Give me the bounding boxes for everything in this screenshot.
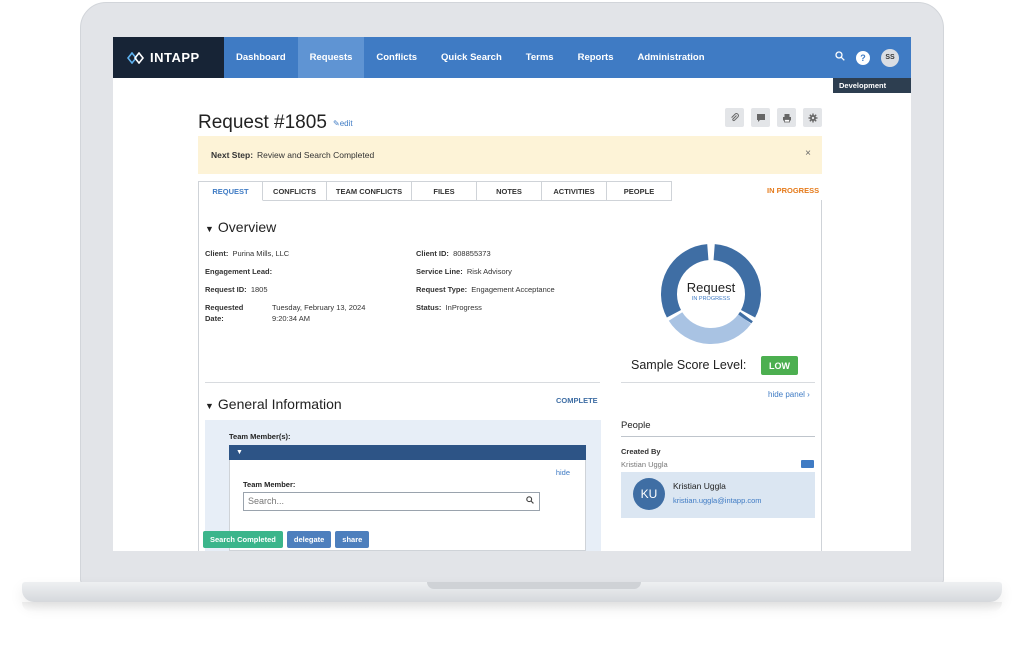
app-screen: INTAPP Dashboard Requests Conflicts Quic… — [113, 37, 911, 551]
intapp-logo-icon — [127, 51, 145, 64]
side-divider — [621, 382, 815, 383]
overview-heading[interactable]: ▼ Overview — [205, 219, 276, 235]
share-button[interactable]: share — [335, 531, 370, 548]
environment-badge: Development — [833, 78, 911, 93]
page-title: Request #1805 — [198, 112, 327, 133]
person-email-link[interactable]: kristian.uggla@intapp.com — [673, 496, 762, 505]
donut-label: Request — [686, 280, 736, 295]
gear-icon[interactable] — [803, 108, 822, 127]
search-icon[interactable] — [835, 51, 845, 64]
logo-text: INTAPP — [150, 50, 200, 65]
help-icon[interactable]: ? — [856, 50, 870, 65]
tab-activities[interactable]: ACTIVITIES — [542, 181, 607, 201]
edit-label: edit — [339, 119, 353, 128]
person-name: Kristian Uggla — [673, 481, 726, 491]
team-members-label: Team Member(s): — [229, 432, 291, 441]
nav-item-conflicts[interactable]: Conflicts — [364, 37, 429, 78]
search-placeholder: Search... — [248, 496, 285, 506]
created-by-label: Created By — [621, 447, 661, 456]
nav-menu: Dashboard Requests Conflicts Quick Searc… — [224, 37, 717, 78]
general-info-heading[interactable]: ▼ General Information — [205, 396, 342, 412]
tab-bar: REQUEST CONFLICTS TEAM CONFLICTS FILES N… — [198, 181, 672, 201]
request-status: IN PROGRESS — [767, 186, 820, 195]
field-request-type: Request Type: Engagement Acceptance — [416, 285, 555, 294]
paperclip-icon[interactable] — [725, 108, 744, 127]
tab-people[interactable]: PEOPLE — [607, 181, 672, 201]
print-icon[interactable] — [777, 108, 796, 127]
field-requested-date-label: Requested Date: — [205, 303, 244, 323]
edit-link[interactable]: ✎edit — [333, 119, 353, 128]
search-icon[interactable] — [526, 493, 534, 510]
field-client: Client: Purina Mills, LLC — [205, 249, 290, 258]
chevron-right-icon: › — [807, 390, 810, 399]
nav-item-requests[interactable]: Requests — [297, 37, 365, 78]
team-members-bar[interactable]: ▼ — [229, 445, 586, 460]
close-icon[interactable]: × — [805, 148, 811, 159]
next-step-banner: Next Step: Review and Search Completed × — [198, 136, 822, 174]
next-step-text: Review and Search Completed — [257, 150, 375, 160]
nav-item-dashboard[interactable]: Dashboard — [224, 37, 298, 78]
tab-team-conflicts[interactable]: TEAM CONFLICTS — [327, 181, 412, 201]
top-nav: INTAPP Dashboard Requests Conflicts Quic… — [113, 37, 911, 78]
nav-item-administration[interactable]: Administration — [625, 37, 716, 78]
logo[interactable]: INTAPP — [113, 37, 224, 78]
people-title: People — [621, 420, 651, 431]
collapse-caret-icon: ▼ — [236, 449, 243, 456]
general-info-status: COMPLETE — [556, 396, 598, 405]
section-divider — [205, 382, 600, 383]
field-status: Status: InProgress — [416, 303, 482, 312]
team-member-label: Team Member: — [243, 480, 296, 489]
score-badge: LOW — [761, 356, 798, 375]
person-avatar: KU — [633, 478, 665, 510]
laptop-shadow — [22, 602, 1002, 612]
donut-sublabel: IN PROGRESS — [691, 296, 731, 302]
contact-card-icon[interactable] — [801, 460, 814, 468]
pencil-icon: ✎ — [333, 119, 340, 128]
nav-item-reports[interactable]: Reports — [566, 37, 626, 78]
nav-icons: ? SS — [835, 37, 899, 78]
next-step-label: Next Step: — [211, 150, 254, 160]
collapse-caret-icon: ▼ — [205, 224, 214, 234]
comment-icon[interactable] — [751, 108, 770, 127]
laptop-notch — [427, 582, 641, 589]
general-info-title: General Information — [217, 396, 342, 412]
field-requested-date-value: Tuesday, February 13, 2024 9:20:34 AM — [272, 303, 366, 323]
tab-conflicts[interactable]: CONFLICTS — [263, 181, 327, 201]
hide-link[interactable]: hide — [556, 468, 570, 477]
field-request-id: Request ID: 1805 — [205, 285, 268, 294]
action-bar: Search Completed delegate share — [203, 531, 370, 548]
donut-segment-done-2 — [737, 311, 753, 324]
field-engagement-lead: Engagement Lead: — [205, 267, 273, 276]
tab-files[interactable]: FILES — [412, 181, 477, 201]
toolbar — [725, 108, 822, 127]
field-service-line: Service Line: Risk Advisory — [416, 267, 512, 276]
person-card[interactable]: KU Kristian Uggla kristian.uggla@intapp.… — [621, 472, 815, 518]
collapse-caret-icon: ▼ — [205, 401, 214, 411]
nav-item-terms[interactable]: Terms — [514, 37, 566, 78]
laptop-base — [22, 582, 1002, 602]
team-member-search-input[interactable]: Search... — [243, 492, 540, 511]
search-completed-button[interactable]: Search Completed — [203, 531, 283, 548]
tab-request[interactable]: REQUEST — [198, 181, 263, 201]
user-avatar[interactable]: SS — [881, 48, 899, 67]
hide-panel-link[interactable]: hide panel › — [768, 390, 810, 399]
donut-segment-remaining — [668, 311, 752, 344]
nav-item-quick-search[interactable]: Quick Search — [429, 37, 514, 78]
overview-title: Overview — [217, 219, 277, 235]
people-divider — [621, 436, 815, 437]
delegate-button[interactable]: delegate — [286, 531, 332, 548]
field-client-id: Client ID: 808855373 — [416, 249, 491, 258]
score-label: Sample Score Level: — [631, 358, 747, 372]
tab-notes[interactable]: NOTES — [477, 181, 542, 201]
created-by-name: Kristian Uggla — [621, 460, 668, 469]
